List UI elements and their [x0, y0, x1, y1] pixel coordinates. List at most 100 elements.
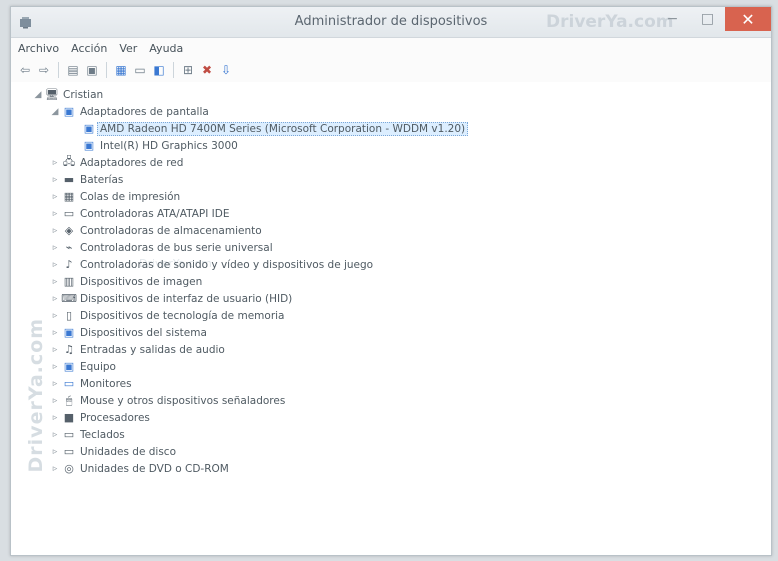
tree-category[interactable]: ▹ ◈ Controladoras de almacenamiento [11, 222, 771, 239]
forward-icon[interactable]: ⇨ [36, 62, 52, 78]
help-icon[interactable]: ▣ [84, 62, 100, 78]
audio-io-icon: ♫ [64, 343, 74, 356]
tree-category-label: Controladoras de almacenamiento [80, 224, 262, 237]
tree-category-label: Baterías [80, 173, 124, 186]
expand-arrow-icon[interactable]: ▹ [50, 226, 60, 236]
tree-category[interactable]: ▹ ▯ Dispositivos de tecnología de memori… [11, 307, 771, 324]
tree-device-amd[interactable]: ▣ AMD Radeon HD 7400M Series (Microsoft … [11, 120, 771, 137]
title-bar[interactable]: Administrador de dispositivos DriverYa.c… [11, 7, 771, 38]
expand-arrow-icon[interactable]: ▹ [50, 158, 60, 168]
disable-icon[interactable]: ⇩ [218, 62, 234, 78]
tree-category[interactable]: ▹ ▭ Monitores [11, 375, 771, 392]
tree-category-label: Equipo [80, 360, 116, 373]
minimize-button[interactable]: − [655, 7, 690, 31]
expand-arrow-icon[interactable]: ▹ [50, 396, 60, 406]
system-device-icon: ▣ [63, 326, 75, 339]
maximize-button[interactable]: □ [690, 7, 725, 31]
tree-category[interactable]: ▹ ▬ Baterías [11, 171, 771, 188]
tree-category[interactable]: ▹ ▦ Colas de impresión [11, 188, 771, 205]
tree-category[interactable]: ▹ ▣ Equipo [11, 358, 771, 375]
monitor-icon[interactable]: ▭ [132, 62, 148, 78]
tree-category-label: Dispositivos de interfaz de usuario (HID… [80, 292, 293, 305]
expand-arrow-icon[interactable]: ▹ [50, 345, 60, 355]
sound-icon: ♪ [65, 258, 73, 271]
expand-arrow-icon[interactable]: ▹ [50, 379, 60, 389]
expand-arrow-icon[interactable]: ▹ [50, 209, 60, 219]
expand-arrow-icon[interactable]: ▹ [50, 311, 60, 321]
expand-arrow-icon[interactable]: ▹ [50, 413, 60, 423]
keyboard-icon: ▭ [63, 428, 75, 441]
expand-arrow-icon[interactable]: ▹ [50, 464, 60, 474]
menu-view[interactable]: Ver [119, 42, 137, 55]
tree-category[interactable]: ▹ ▭ Teclados [11, 426, 771, 443]
usb-icon: ⌁ [65, 241, 73, 254]
tree-category-label: Procesadores [80, 411, 150, 424]
tree-category[interactable]: ▹ ▭ Unidades de disco [11, 443, 771, 460]
toolbar-separator [106, 62, 107, 78]
tree-category[interactable]: ▹ ◎ Unidades de DVD o CD-ROM [11, 460, 771, 477]
tree-category[interactable]: ▹ ▭ Controladoras ATA/ATAPI IDE [11, 205, 771, 222]
expand-arrow-icon[interactable]: ▹ [50, 260, 60, 270]
imaging-icon: ▥ [63, 275, 75, 288]
tree-category-label: Unidades de DVD o CD-ROM [80, 462, 229, 475]
tree-category[interactable]: ▹ ▥ Dispositivos de imagen [11, 273, 771, 290]
expand-arrow-icon[interactable]: ▹ [50, 277, 60, 287]
tree-category[interactable]: ▹ 🖧 Adaptadores de red [11, 154, 771, 171]
toolbar: ⇦ ⇨ ▤ ▣ ▦ ▭ ◧ ⊞ ✖ ⇩ [11, 58, 771, 83]
printer-queue-icon: ▦ [63, 190, 75, 203]
device-manager-window: Administrador de dispositivos DriverYa.c… [10, 6, 772, 556]
tree-device-label: AMD Radeon HD 7400M Series (Microsoft Co… [97, 121, 469, 136]
tree-device-label: Intel(R) HD Graphics 3000 [100, 139, 238, 152]
back-icon[interactable]: ⇦ [17, 62, 33, 78]
expand-arrow-icon[interactable]: ▹ [50, 294, 60, 304]
tree-category[interactable]: ▹ ♫ Entradas y salidas de audio [11, 341, 771, 358]
expand-arrow-icon[interactable]: ▹ [50, 430, 60, 440]
tree-category[interactable]: ▹ ⌁ Controladoras de bus serie universal [11, 239, 771, 256]
collapse-arrow-icon[interactable]: ◢ [50, 107, 60, 117]
menu-file[interactable]: Archivo [18, 42, 59, 55]
scan-icon[interactable]: ◧ [151, 62, 167, 78]
maximize-icon: □ [700, 11, 715, 27]
expand-arrow-icon[interactable]: ▹ [50, 447, 60, 457]
tree-category-label: Controladoras ATA/ATAPI IDE [80, 207, 230, 220]
menu-help[interactable]: Ayuda [149, 42, 183, 55]
tree-category-label: Adaptadores de pantalla [80, 105, 209, 118]
tree-category-label: Entradas y salidas de audio [80, 343, 225, 356]
device-manager-icon[interactable]: ▦ [113, 62, 129, 78]
tree-root-label: Cristian [63, 88, 104, 101]
properties-icon[interactable]: ▤ [65, 62, 81, 78]
toolbar-separator [173, 62, 174, 78]
tree-root[interactable]: ◢ 🖥 Cristian [11, 86, 771, 103]
gpu-icon: ▣ [83, 122, 95, 135]
expand-arrow-icon[interactable]: ▹ [50, 192, 60, 202]
uninstall-icon[interactable]: ✖ [199, 62, 215, 78]
update-driver-icon[interactable]: ⊞ [180, 62, 196, 78]
expand-arrow-icon[interactable]: ▹ [50, 243, 60, 253]
tree-category[interactable]: ▹ ■ Procesadores [11, 409, 771, 426]
tree-category-label: Unidades de disco [80, 445, 177, 458]
device-tree: DriverYa.com DriverYa.com ◢ 🖥 Cristian ◢… [11, 82, 771, 555]
mouse-icon: 🖱 [65, 393, 73, 407]
tree-category-label: Dispositivos de imagen [80, 275, 203, 288]
memory-icon: ▯ [65, 309, 73, 322]
storage-controller-icon: ◈ [64, 224, 74, 237]
tree-category[interactable]: ▹ ♪ Controladoras de sonido y vídeo y di… [11, 256, 771, 273]
gpu-icon: ▣ [83, 139, 95, 152]
tree-category-label: Dispositivos del sistema [80, 326, 207, 339]
tree-device-intel[interactable]: ▣ Intel(R) HD Graphics 3000 [11, 137, 771, 154]
tree-category[interactable]: ▹ 🖱 Mouse y otros dispositivos señalador… [11, 392, 771, 409]
menu-bar: Archivo Acción Ver Ayuda [11, 38, 771, 58]
tree-category-display-adapters[interactable]: ◢ ▣ Adaptadores de pantalla [11, 103, 771, 120]
expand-arrow-icon[interactable]: ▹ [50, 328, 60, 338]
menu-action[interactable]: Acción [71, 42, 107, 55]
display-adapter-icon: ▣ [63, 105, 75, 118]
expand-arrow-icon[interactable]: ▹ [50, 362, 60, 372]
tree-category[interactable]: ▹ ⌨ Dispositivos de interfaz de usuario … [11, 290, 771, 307]
tree-category-label: Teclados [80, 428, 125, 441]
expand-arrow-icon[interactable]: ▹ [50, 175, 60, 185]
close-button[interactable]: ✕ [725, 7, 771, 31]
collapse-arrow-icon[interactable]: ◢ [33, 90, 43, 100]
processor-icon: ■ [63, 411, 75, 424]
computer-icon: 🖥 [45, 88, 59, 101]
tree-category[interactable]: ▹ ▣ Dispositivos del sistema [11, 324, 771, 341]
